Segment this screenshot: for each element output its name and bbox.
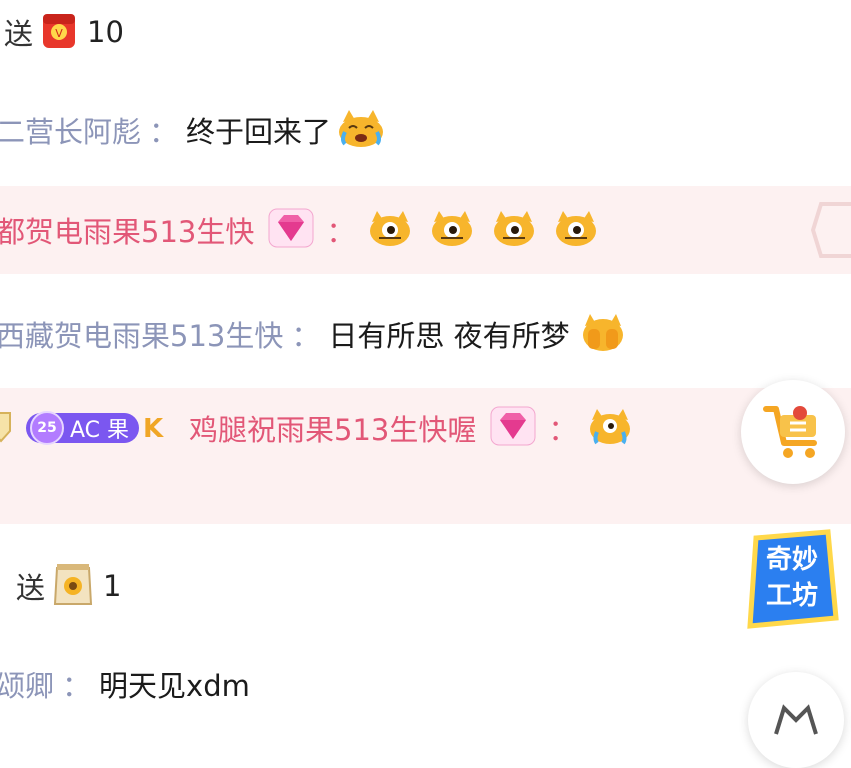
chat-colon: ： [548,413,578,447]
svg-text:V: V [55,27,63,40]
cat-face-emoji-icon [553,208,599,252]
gift-count: 1 [103,569,122,603]
gift-verb: 送 [4,17,34,51]
chat-message-5: 颂卿 ： 明天见xdm [0,660,851,708]
chat-nickname[interactable]: 颂卿 [0,663,54,705]
fan-medal[interactable]: 25 AC 果 [26,411,140,445]
diamond-noble-icon [490,406,536,450]
chat-message-2: 都贺电雨果513生快 ： [0,186,851,274]
gift-count: 10 [87,15,124,49]
chat-message-text: 日有所思 夜有所梦 [328,319,570,353]
chat-message-text: 终于回来了 [186,115,332,149]
chat-message-text: 明天见xdm [99,669,250,703]
diamond-noble-icon [268,208,314,252]
gift-row-1: 送 V 10 [0,10,851,54]
covering-face-cat-emoji-icon [580,311,626,357]
shop-button[interactable] [741,380,845,484]
chat-message-1: 二营长阿彪 ： 终于回来了 [0,106,851,154]
chat-nickname[interactable]: 二营长阿彪 [0,109,141,151]
chat-colon: ： [62,669,92,703]
chat-nickname[interactable]: 西藏贺电雨果513生快 [0,313,283,355]
svg-text:K: K [143,414,164,442]
chat-message-3: 西藏贺电雨果513生快 ： 日有所思 夜有所梦 [0,310,851,358]
cat-face-emoji-icon [491,208,537,252]
cat-face-emoji-icon [367,208,413,252]
chat-nickname[interactable]: 都贺电雨果513生快 [0,209,254,251]
snack-bag-gift-icon [51,560,95,612]
promo-line-1: 奇妙 [765,545,818,575]
promo-badge-button[interactable]: 奇妙 工坊 [742,528,842,632]
bottom-floating-avatar[interactable] [748,672,844,768]
gift-row-2: 送 1 [0,560,851,612]
red-envelope-gift-icon: V [39,10,79,54]
chat-colon: ： [326,215,356,249]
noble-watermark-icon [810,200,851,264]
gift-verb: 送 [16,571,46,605]
cat-face-emoji-icon [429,208,475,252]
character-avatar-icon [766,698,826,742]
chat-message-4: 25 AC 果 K 鸡腿祝雨果513生快喔 ： [0,388,851,524]
promo-line-2: 工坊 [765,581,818,611]
crying-cat-emoji-icon [335,108,387,152]
shield-badge-icon [0,409,12,447]
rank-badge-icon: K [141,410,171,446]
fan-medal-name: AC 果 [70,418,130,443]
fan-medal-level: 25 [30,411,64,445]
chat-nickname[interactable]: 鸡腿祝雨果513生快喔 [189,407,476,449]
chat-colon: ： [291,319,321,353]
chat-colon: ： [149,115,179,149]
shopping-cart-icon [760,397,826,467]
crying-cat-emoji-icon [587,406,633,450]
